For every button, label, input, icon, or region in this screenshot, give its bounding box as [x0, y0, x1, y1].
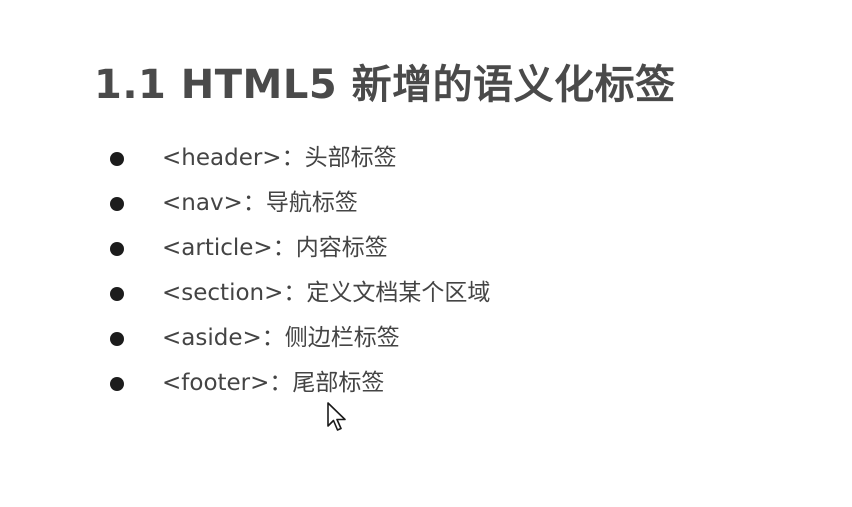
mouse-pointer-icon: [327, 402, 346, 431]
list-item-text: <section>：定义文档某个区域: [162, 280, 491, 306]
slide-title: 1.1 HTML5 新增的语义化标签: [94, 62, 676, 108]
bullet-icon: [110, 152, 124, 166]
list-item-text: <footer>：尾部标签: [162, 370, 385, 396]
bullet-icon: [110, 377, 124, 391]
list-item-text: <header>：头部标签: [162, 145, 397, 171]
bullet-icon: [110, 287, 124, 301]
list-item-text: <nav>：导航标签: [162, 190, 358, 216]
bullet-icon: [110, 197, 124, 211]
bullet-icon: [110, 242, 124, 256]
list-item-text: <aside>：侧边栏标签: [162, 325, 400, 351]
slide: 1.1 HTML5 新增的语义化标签 <header>：头部标签 <nav>：导…: [0, 0, 852, 507]
bullet-icon: [110, 332, 124, 346]
list-item-text: <article>：内容标签: [162, 235, 388, 261]
